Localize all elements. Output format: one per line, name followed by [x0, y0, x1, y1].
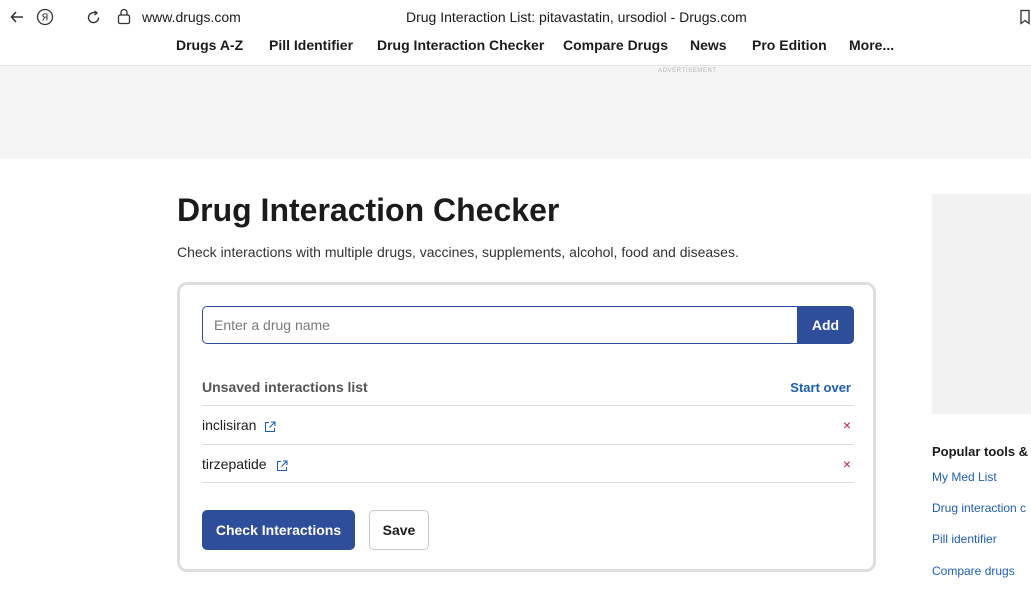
drug-list-item: inclisiran ×	[202, 406, 854, 444]
nav-item-compare-drugs[interactable]: Compare Drugs	[563, 37, 668, 53]
check-interactions-button[interactable]: Check Interactions	[202, 510, 355, 550]
nav-item-more[interactable]: More...	[849, 37, 894, 53]
interactions-list-header: Unsaved interactions list	[202, 379, 368, 395]
browser-tab-title: Drug Interaction List: pitavastatin, urs…	[406, 9, 747, 25]
sidebar-advertisement	[932, 194, 1031, 414]
reload-icon[interactable]	[82, 6, 104, 28]
bookmark-icon[interactable]	[1019, 9, 1031, 25]
interaction-checker-card: Add Unsaved interactions list Start over…	[177, 282, 876, 572]
sidebar-link-pill-identifier[interactable]: Pill identifier	[932, 532, 997, 546]
external-link-icon[interactable]	[264, 420, 276, 433]
start-over-link[interactable]: Start over	[790, 380, 851, 395]
drug-list-item: tirzepatide ×	[202, 445, 854, 483]
back-arrow-icon[interactable]	[6, 6, 28, 28]
sidebar-link-compare-drugs[interactable]: Compare drugs	[932, 564, 1015, 578]
nav-item-pro-edition[interactable]: Pro Edition	[752, 37, 827, 53]
sidebar-link-drug-interaction[interactable]: Drug interaction c	[932, 501, 1026, 515]
divider	[202, 482, 854, 483]
save-button[interactable]: Save	[369, 510, 429, 550]
browser-toolbar: Я www.drugs.com Drug Interaction List: p…	[0, 0, 1031, 33]
advertisement-banner: ADVERTISEMENT	[0, 66, 1031, 159]
nav-item-drugs-a-z[interactable]: Drugs A-Z	[176, 37, 243, 53]
remove-drug-icon[interactable]: ×	[843, 417, 851, 433]
nav-item-news[interactable]: News	[690, 37, 727, 53]
advertisement-label: ADVERTISEMENT	[658, 68, 717, 74]
sidebar-link-my-med-list[interactable]: My Med List	[932, 470, 997, 484]
lock-icon[interactable]	[117, 8, 133, 26]
drug-name-link[interactable]: tirzepatide	[202, 456, 267, 472]
address-bar-url[interactable]: www.drugs.com	[142, 9, 241, 25]
nav-item-drug-interaction-checker[interactable]: Drug Interaction Checker	[377, 37, 544, 53]
site-nav: Drugs A-Z Pill Identifier Drug Interacti…	[0, 33, 1031, 66]
remove-drug-icon[interactable]: ×	[843, 456, 851, 472]
page-title: Drug Interaction Checker	[177, 192, 560, 228]
external-link-icon[interactable]	[276, 459, 288, 472]
drug-search-input[interactable]	[202, 306, 798, 344]
drug-name-link[interactable]: inclisiran	[202, 417, 256, 433]
popular-tools-heading: Popular tools &	[932, 444, 1029, 459]
svg-text:Я: Я	[42, 13, 49, 24]
add-button[interactable]: Add	[797, 306, 854, 344]
nav-item-pill-identifier[interactable]: Pill Identifier	[269, 37, 353, 53]
page-subtitle: Check interactions with multiple drugs, …	[177, 244, 739, 260]
yandex-icon[interactable]: Я	[34, 6, 56, 28]
